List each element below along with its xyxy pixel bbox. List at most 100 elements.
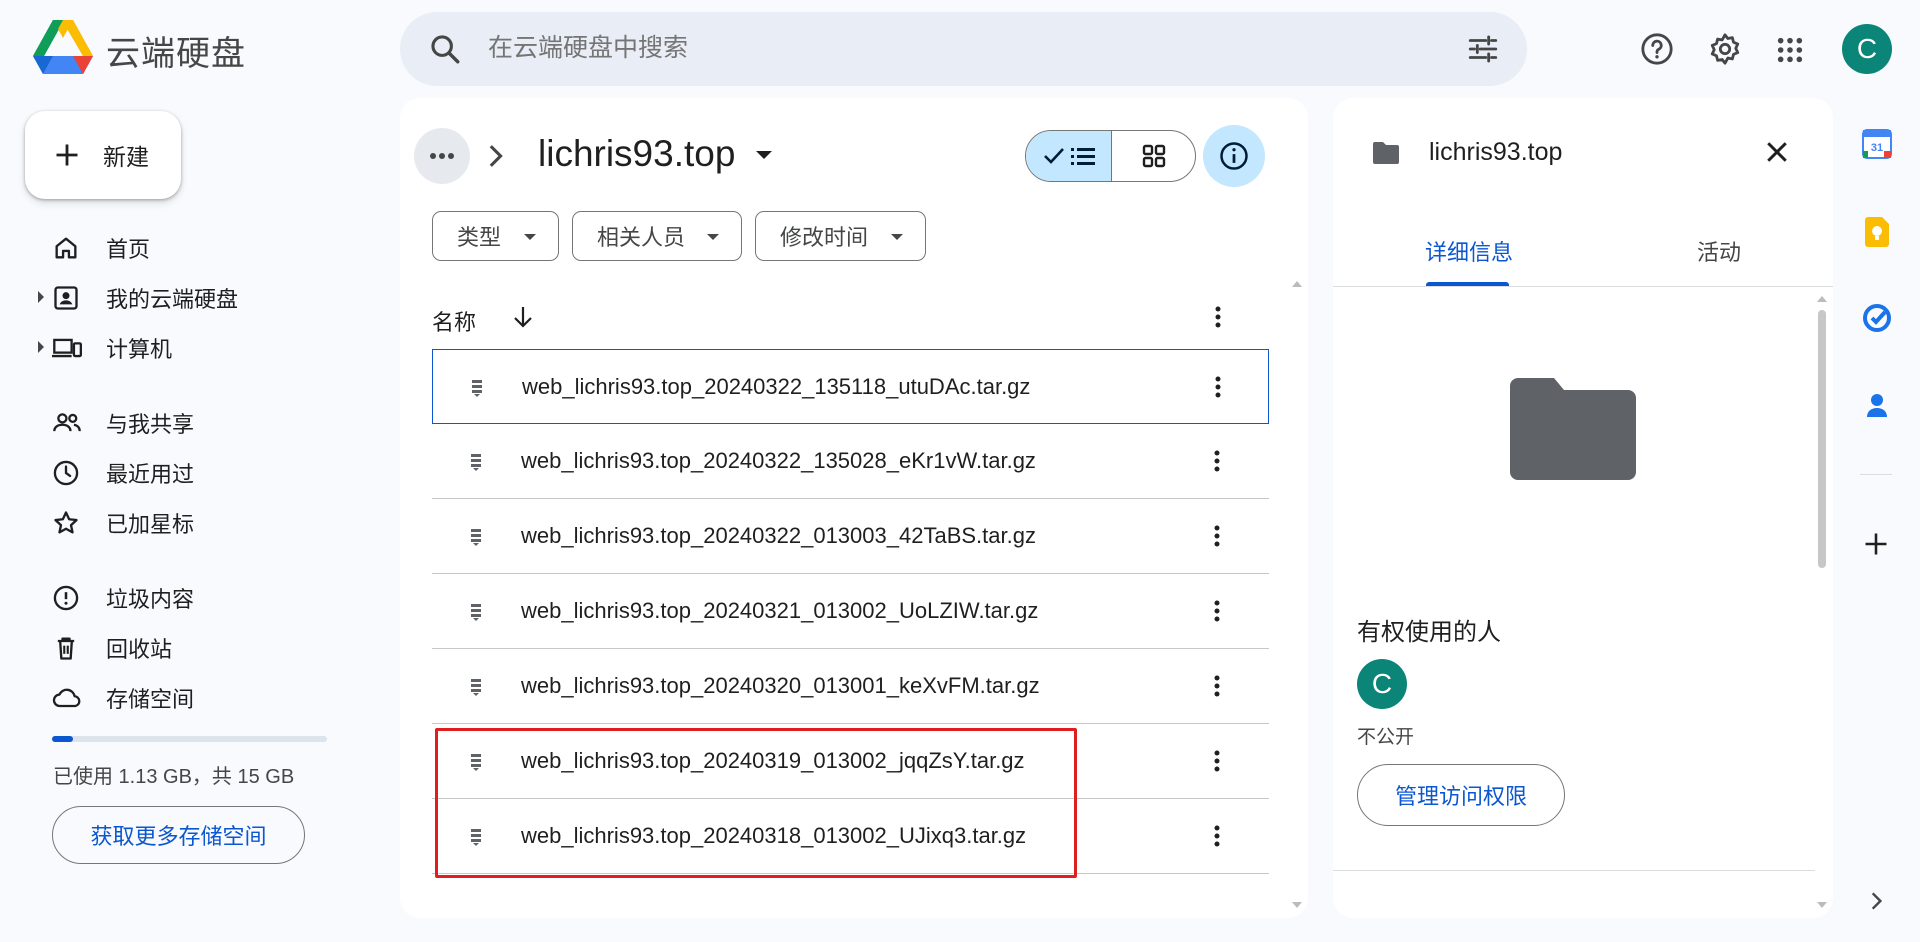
sidebar-item-label: 垃圾内容	[106, 587, 195, 612]
plus-icon[interactable]	[1862, 530, 1890, 558]
spam-icon	[52, 584, 80, 612]
apps-grid-icon[interactable]	[1776, 36, 1804, 64]
more-vertical-icon[interactable]	[1213, 749, 1221, 773]
file-row[interactable]: web_lichris93.top_20240321_013002_UoLZIW…	[432, 574, 1269, 649]
archive-file-icon	[470, 603, 482, 621]
expand-caret-icon[interactable]	[38, 291, 44, 303]
filter-chip-people[interactable]: 相关人员	[572, 211, 742, 261]
new-button[interactable]: 新建	[25, 111, 181, 199]
info-icon	[1219, 141, 1249, 171]
sidebar-item-my-drive[interactable]: 我的云端硬盘	[0, 276, 360, 320]
access-avatar[interactable]: C	[1357, 659, 1407, 709]
sidebar-item-shared-with-me[interactable]: 与我共享	[0, 401, 360, 445]
tasks-icon[interactable]	[1862, 303, 1892, 333]
search-input[interactable]	[488, 34, 1388, 63]
access-status: 不公开	[1357, 727, 1415, 748]
storage-progress-bar	[52, 736, 327, 742]
more-horizontal-icon	[429, 152, 455, 160]
view-toggle[interactable]	[1025, 130, 1196, 182]
sidebar-item-trash[interactable]: 回收站	[0, 626, 360, 670]
grid-icon	[1142, 144, 1166, 168]
sidebar-item-recent[interactable]: 最近用过	[0, 451, 360, 495]
file-row[interactable]: web_lichris93.top_20240322_135028_eKr1vW…	[432, 424, 1269, 499]
details-divider	[1333, 870, 1815, 871]
file-row[interactable]: web_lichris93.top_20240322_013003_42TaBS…	[432, 499, 1269, 574]
file-row[interactable]: web_lichris93.top_20240322_135118_utuDAc…	[432, 349, 1269, 424]
account-avatar[interactable]: C	[1842, 24, 1892, 74]
drive-logo-icon[interactable]	[33, 20, 93, 74]
dropdown-caret-icon	[524, 234, 536, 240]
scroll-down-arrow-icon[interactable]	[1292, 902, 1302, 908]
storage-usage-text: 已使用 1.13 GB，共 15 GB	[53, 766, 295, 788]
sidebar-item-label: 回收站	[106, 637, 173, 662]
contacts-icon[interactable]	[1862, 390, 1892, 420]
dropdown-caret-icon	[891, 234, 903, 240]
folder-title[interactable]: lichris93.top	[538, 133, 735, 175]
archive-file-icon	[470, 678, 482, 696]
sidebar-item-starred[interactable]: 已加星标	[0, 501, 360, 545]
details-info-button[interactable]	[1203, 125, 1265, 187]
list-icon	[1070, 146, 1095, 166]
more-vertical-icon[interactable]	[1213, 524, 1221, 548]
more-path-button[interactable]	[414, 128, 470, 184]
folder-menu-caret-icon[interactable]	[756, 151, 772, 159]
plus-icon	[53, 141, 81, 169]
sort-arrow-down-icon[interactable]	[511, 304, 535, 330]
more-vertical-icon[interactable]	[1213, 449, 1221, 473]
column-header-name[interactable]: 名称	[432, 305, 476, 337]
file-row[interactable]: web_lichris93.top_20240320_013001_keXvFM…	[432, 649, 1269, 724]
sidebar-item-label: 与我共享	[106, 412, 195, 437]
sidebar-item-computers[interactable]: 计算机	[0, 326, 360, 370]
shared-people-icon	[52, 409, 82, 437]
list-view-button[interactable]	[1026, 131, 1112, 181]
tune-icon[interactable]	[1466, 32, 1500, 66]
more-vertical-icon[interactable]	[1213, 599, 1221, 623]
more-vertical-icon[interactable]	[1214, 375, 1222, 399]
tab-activity[interactable]: 活动	[1697, 235, 1741, 267]
more-vertical-icon[interactable]	[1214, 305, 1222, 329]
gear-icon[interactable]	[1708, 32, 1742, 66]
folder-preview-icon	[1510, 378, 1636, 480]
filter-chip-modified[interactable]: 修改时间	[755, 211, 926, 261]
tab-details[interactable]: 详细信息	[1425, 235, 1513, 267]
tabs-divider	[1333, 286, 1833, 287]
filter-chip-label: 类型	[457, 225, 502, 250]
filter-chip-type[interactable]: 类型	[432, 211, 559, 261]
archive-file-icon	[470, 453, 482, 471]
star-icon	[52, 509, 80, 537]
highlight-annotation-box	[435, 728, 1077, 878]
more-vertical-icon[interactable]	[1213, 674, 1221, 698]
keep-icon[interactable]	[1862, 216, 1892, 248]
archive-file-icon	[470, 528, 482, 546]
manage-access-button[interactable]: 管理访问权限	[1357, 764, 1565, 826]
sidebar-item-spam[interactable]: 垃圾内容	[0, 576, 360, 620]
computers-icon	[52, 334, 82, 362]
sidebar-item-label: 存储空间	[106, 687, 195, 712]
home-icon	[52, 234, 80, 262]
app-title[interactable]: 云端硬盘	[106, 26, 246, 75]
cloud-icon	[52, 684, 84, 712]
folder-icon	[1371, 140, 1401, 166]
chevron-right-icon[interactable]	[1868, 890, 1884, 912]
archive-file-icon	[471, 379, 483, 397]
close-icon[interactable]	[1762, 137, 1792, 167]
calendar-icon[interactable]: 31	[1862, 129, 1892, 159]
file-name: web_lichris93.top_20240322_135118_utuDAc…	[522, 374, 1031, 399]
grid-view-button[interactable]	[1112, 131, 1195, 181]
more-vertical-icon[interactable]	[1213, 824, 1221, 848]
help-icon[interactable]	[1640, 32, 1674, 66]
expand-caret-icon[interactable]	[38, 341, 44, 353]
scroll-up-arrow-icon[interactable]	[1292, 281, 1302, 287]
details-scrollbar[interactable]	[1818, 310, 1826, 568]
scroll-down-arrow-icon[interactable]	[1817, 902, 1827, 908]
sidebar-item-label: 我的云端硬盘	[106, 287, 239, 312]
search-icon[interactable]	[428, 32, 462, 66]
sidebar-item-storage[interactable]: 存储空间	[0, 676, 360, 720]
sidebar-item-home[interactable]: 首页	[0, 226, 360, 270]
my-drive-icon	[52, 284, 80, 312]
details-title: lichris93.top	[1429, 138, 1563, 166]
scroll-up-arrow-icon[interactable]	[1817, 296, 1827, 302]
chevron-right-icon	[486, 142, 504, 170]
dropdown-caret-icon	[707, 234, 719, 240]
get-more-storage-button[interactable]: 获取更多存储空间	[52, 806, 305, 864]
